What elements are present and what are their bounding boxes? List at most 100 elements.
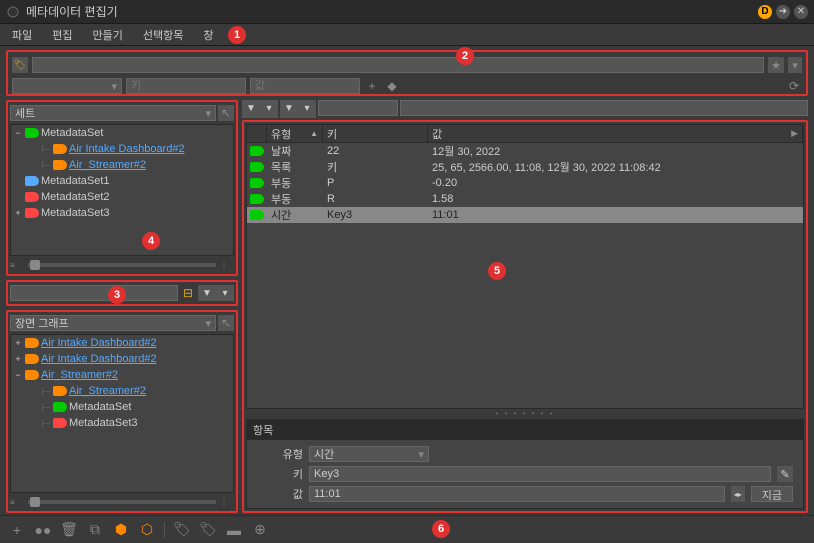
sets-combo[interactable]: 세트▾ (10, 105, 216, 121)
scene-cursor-icon[interactable]: ↖ (218, 315, 234, 331)
filter1-dropdown[interactable]: ▾ (260, 100, 278, 116)
orange-tag-icon[interactable]: ⬢ (112, 521, 130, 539)
brush-icon[interactable]: ▬ (225, 521, 243, 539)
expander-icon[interactable]: + (13, 208, 23, 218)
sets-cursor-icon[interactable]: ↖ (218, 105, 234, 121)
detail-type-combo[interactable]: 시간▾ (309, 446, 429, 462)
menu-edit[interactable]: 편집 (44, 25, 80, 45)
table-row[interactable]: 목록키25, 65, 2566.00, 11:08, 12월 30, 2022 … (247, 159, 803, 175)
detail-val-input[interactable] (309, 486, 725, 502)
scene-combo[interactable]: 장면 그래프▾ (10, 315, 216, 331)
bottom-toolbar: 6 + ●● 🗑 ⧉ ⬢ ⬡ 🏷 🏷 ▬ ⊕ (0, 515, 814, 543)
tree-label[interactable]: Air Intake Dashboard#2 (41, 337, 157, 349)
expander-icon[interactable]: + (13, 338, 23, 348)
add-icon[interactable]: + (8, 521, 26, 539)
forward-button[interactable]: ➜ (776, 5, 790, 19)
table-row[interactable]: 부동P-0.20 (247, 175, 803, 191)
value-input[interactable] (250, 78, 360, 94)
tree-label[interactable]: Air Intake Dashboard#2 (41, 353, 157, 365)
expander-icon[interactable] (29, 386, 39, 396)
expander-icon[interactable]: + (13, 354, 23, 364)
tree-row[interactable]: ⊢Air_Streamer#2 (11, 157, 233, 173)
tree-label[interactable]: MetadataSet (41, 127, 103, 139)
th-key[interactable]: 키 (323, 125, 428, 142)
scene-slider[interactable] (28, 500, 216, 504)
tree-row[interactable]: MetadataSet2 (11, 189, 233, 205)
tree-row[interactable]: + MetadataSet3 (11, 205, 233, 221)
detail-key-input[interactable] (309, 466, 771, 482)
table-row[interactable]: 부동R1.58 (247, 191, 803, 207)
top-search-input[interactable] (32, 57, 764, 73)
hierarchy-icon[interactable]: ⊟ (180, 285, 196, 301)
tree-label[interactable]: MetadataSet2 (41, 191, 110, 203)
expander-icon[interactable] (13, 192, 23, 202)
menu-window[interactable]: 창 (195, 25, 221, 45)
target-icon[interactable]: ⊕ (251, 521, 269, 539)
close-button[interactable]: ✕ (794, 5, 808, 19)
expander-icon[interactable] (29, 144, 39, 154)
d-button[interactable]: D (758, 5, 772, 19)
expander-icon[interactable]: − (13, 370, 23, 380)
tree-row[interactable]: + Air Intake Dashboard#2 (11, 335, 233, 351)
refresh-button[interactable]: ⟳ (786, 78, 802, 94)
orange-tag2-icon[interactable]: ⬡ (138, 521, 156, 539)
tree-row[interactable]: ⊢MetadataSet (11, 399, 233, 415)
menu-create[interactable]: 만들기 (85, 25, 131, 45)
tree-row[interactable]: − Air_Streamer#2 (11, 367, 233, 383)
add-filter-button[interactable]: + (364, 78, 380, 94)
search-dropdown[interactable]: ▾ (788, 57, 802, 73)
copy-icon[interactable]: ⧉ (86, 521, 104, 539)
tag-add-icon[interactable]: 🏷 (173, 521, 191, 539)
tree-label[interactable]: MetadataSet (69, 401, 131, 413)
record-icon[interactable]: ●● (34, 521, 52, 539)
filter1-icon[interactable]: ▼ (242, 100, 260, 116)
expander-icon[interactable]: − (13, 128, 23, 138)
tree-label[interactable]: Air_Streamer#2 (69, 385, 146, 397)
tree-row[interactable]: ⊢MetadataSet3 (11, 415, 233, 431)
tree-label[interactable]: MetadataSet1 (41, 175, 110, 187)
filter2-dropdown[interactable]: ▾ (298, 100, 316, 116)
tree-label[interactable]: Air Intake Dashboard#2 (69, 143, 185, 155)
tree-label[interactable]: Air_Streamer#2 (69, 159, 146, 171)
edit-key-button[interactable]: ✎ (777, 466, 793, 482)
table-row[interactable]: 날짜2212월 30, 2022 (247, 143, 803, 159)
tree-row[interactable]: + Air Intake Dashboard#2 (11, 351, 233, 367)
mid-filter-icon[interactable]: ▼ (198, 285, 216, 301)
expander-icon[interactable] (29, 402, 39, 412)
tag-mode-icon[interactable]: 🏷 (12, 57, 28, 73)
favorite-button[interactable]: ★ (768, 57, 784, 73)
resize-handle[interactable]: • • • • • • • (246, 409, 804, 417)
tag-remove-icon[interactable]: 🏷 (199, 521, 217, 539)
mid-search-input[interactable] (10, 285, 178, 301)
tree-label[interactable]: MetadataSet3 (69, 417, 138, 429)
expander-icon[interactable] (29, 418, 39, 428)
menu-file[interactable]: 파일 (4, 25, 40, 45)
cell-key: P (323, 177, 428, 189)
tree-row[interactable]: MetadataSet1 (11, 173, 233, 189)
menu-selection[interactable]: 선택항목 (135, 25, 191, 45)
filter-combo[interactable]: ▾ (12, 78, 122, 94)
tree-row[interactable]: ⊢Air_Streamer#2 (11, 383, 233, 399)
sets-slider[interactable] (28, 263, 216, 267)
clear-filter-button[interactable]: ◆ (384, 78, 400, 94)
slider-handle-icon[interactable]: ≡ (10, 264, 24, 267)
th-val[interactable]: 값▶ (428, 125, 803, 142)
tree-row[interactable]: − MetadataSet (11, 125, 233, 141)
tree-row[interactable]: ⊢Air Intake Dashboard#2 (11, 141, 233, 157)
table-search-2[interactable] (400, 100, 808, 116)
now-button[interactable]: 지금 (751, 486, 793, 502)
tree-label[interactable]: MetadataSet3 (41, 207, 110, 219)
table-search-1[interactable] (318, 100, 398, 116)
expander-icon[interactable] (29, 160, 39, 170)
tree-label[interactable]: Air_Streamer#2 (41, 369, 118, 381)
key-input[interactable] (126, 78, 246, 94)
th-tag[interactable] (247, 125, 267, 142)
delete-icon[interactable]: 🗑 (60, 521, 78, 539)
scene-slider-handle[interactable]: ≡ (10, 501, 24, 504)
table-row[interactable]: 시간Key311:01 (247, 207, 803, 223)
expander-icon[interactable] (13, 176, 23, 186)
th-type[interactable]: 유형▲ (267, 125, 323, 142)
filter2-icon[interactable]: ▼ (280, 100, 298, 116)
val-spinner[interactable]: ◂▸ (731, 486, 745, 502)
mid-filter-dropdown[interactable]: ▾ (216, 285, 234, 301)
